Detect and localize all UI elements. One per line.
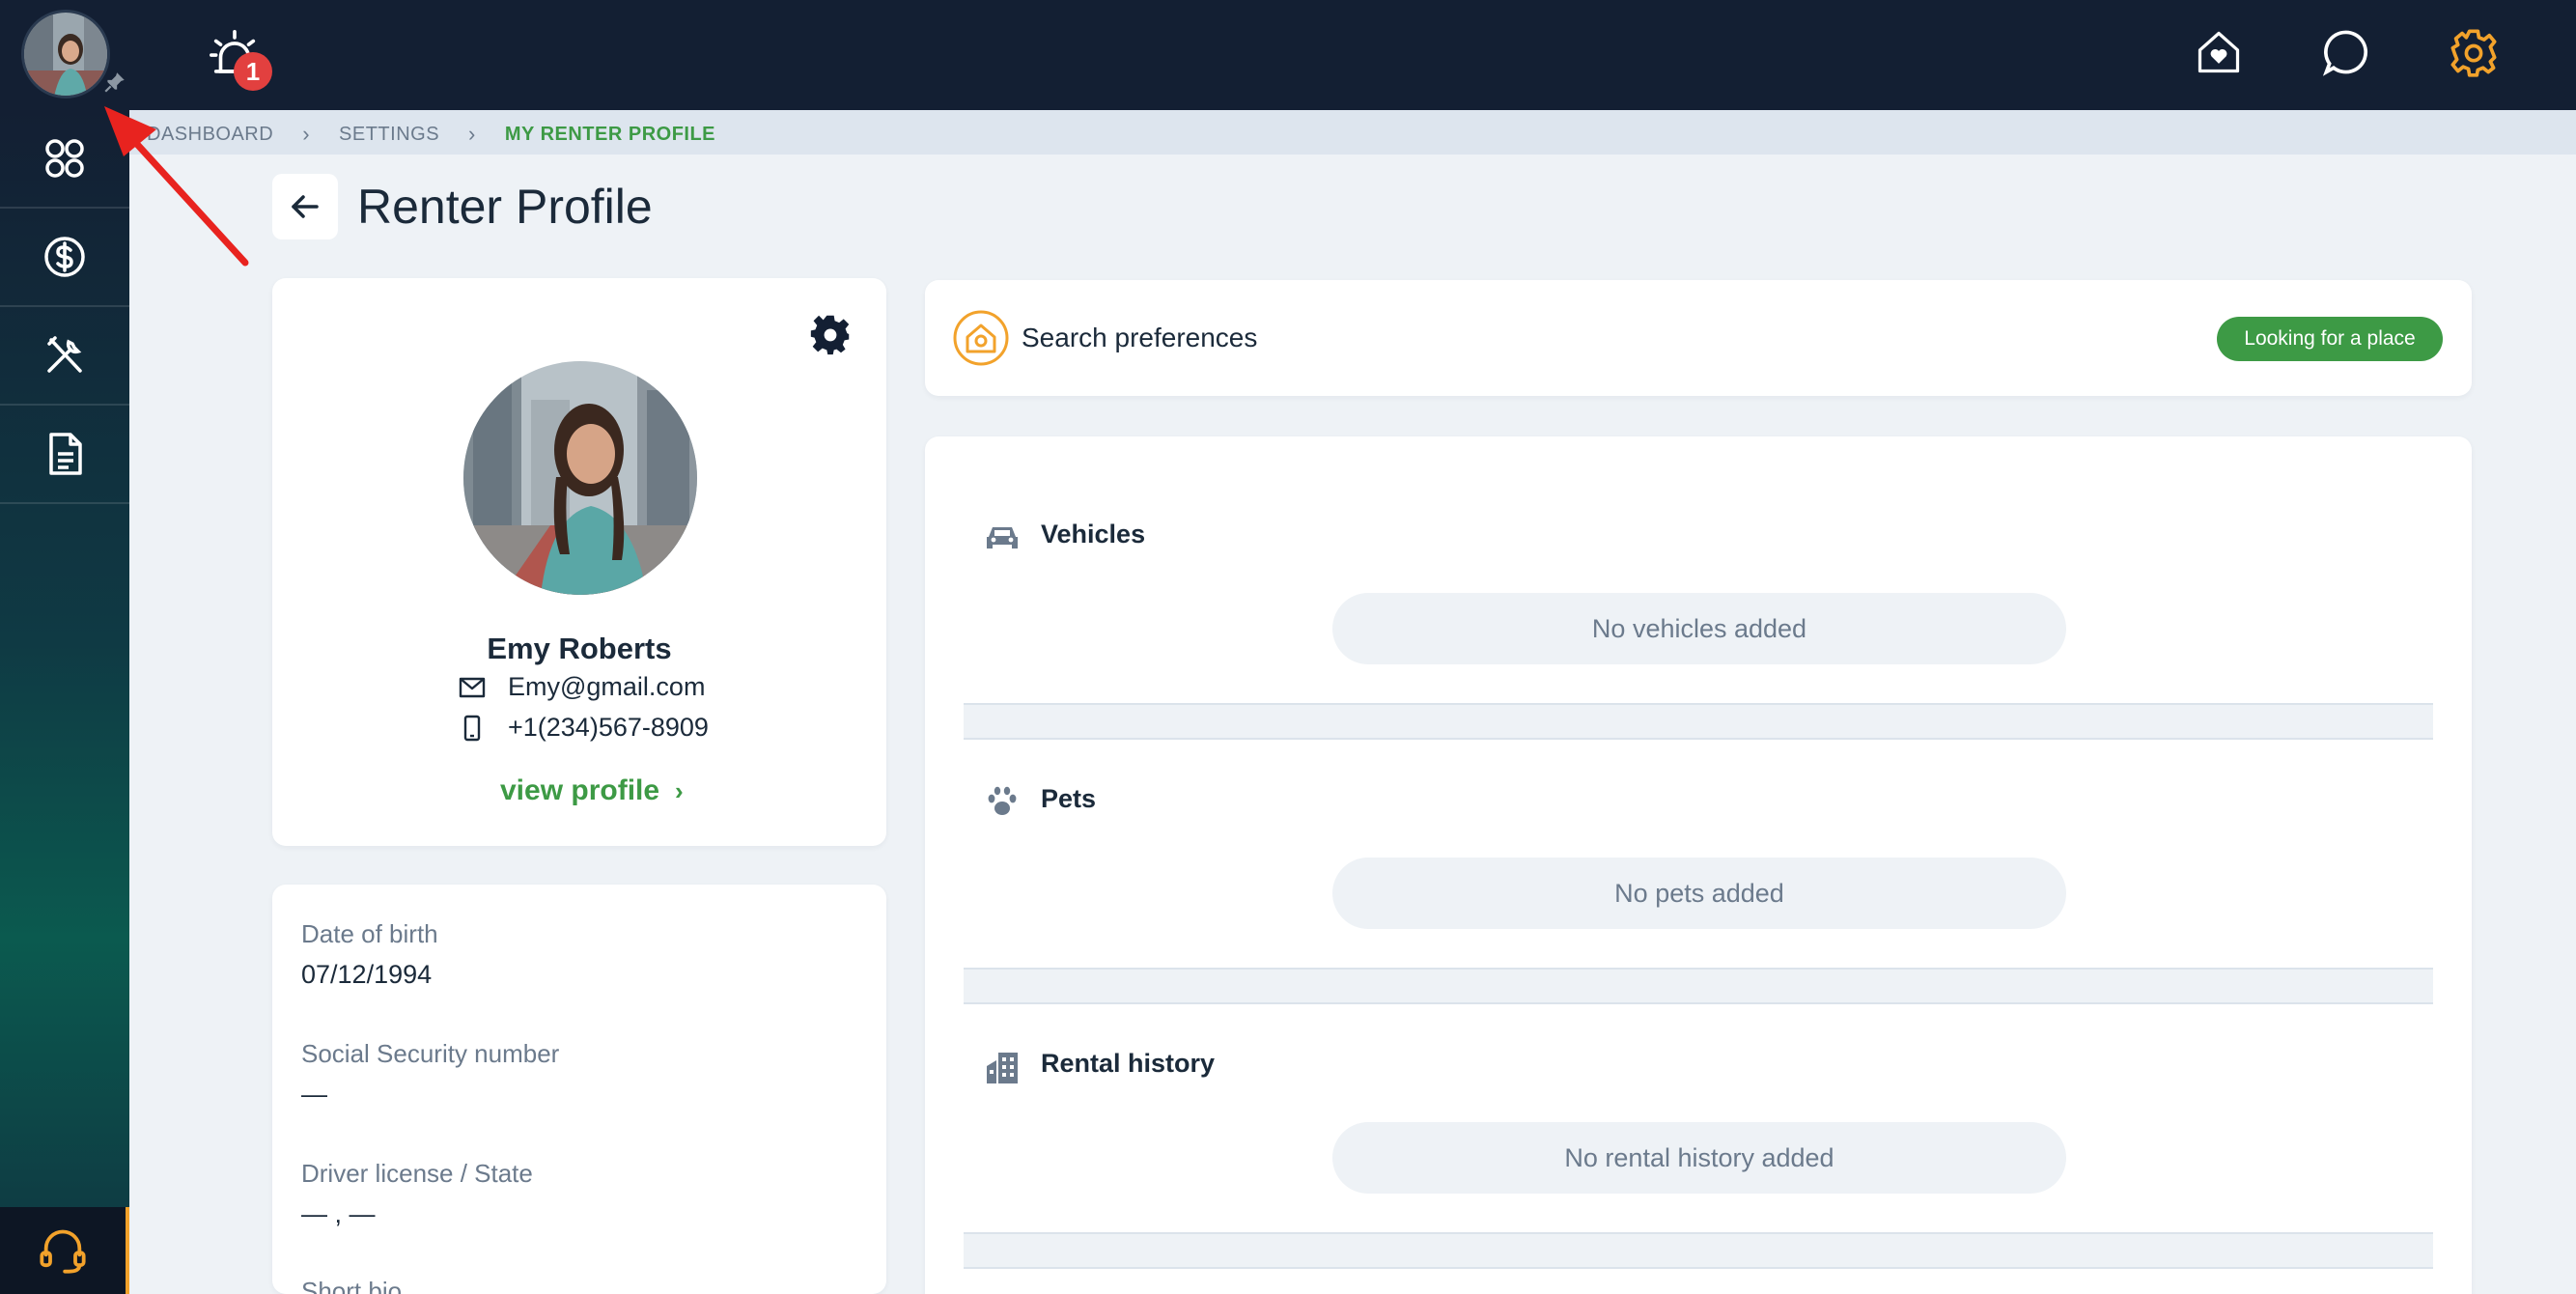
paw-icon bbox=[988, 786, 1017, 815]
email-row: Emy@gmail.com bbox=[458, 672, 705, 702]
gear-icon[interactable] bbox=[2449, 27, 2499, 77]
profile-name: Emy Roberts bbox=[487, 632, 672, 665]
arrow-left-icon bbox=[292, 195, 319, 218]
personal-details-card: Date of birth 07/12/1994 Social Security… bbox=[272, 885, 886, 1294]
support-button[interactable] bbox=[0, 1207, 129, 1294]
phone-row: +1(234)567-8909 bbox=[458, 713, 709, 743]
chevron-right-icon: › bbox=[468, 122, 476, 146]
car-icon bbox=[987, 527, 1018, 549]
pets-title: Pets bbox=[1041, 784, 1097, 813]
view-profile-label: view profile bbox=[500, 774, 660, 806]
home-settings-icon bbox=[953, 310, 1009, 366]
view-profile-link[interactable]: view profile › bbox=[500, 774, 684, 807]
license-value: — , — bbox=[301, 1199, 376, 1228]
mail-icon bbox=[459, 677, 486, 697]
user-avatar[interactable] bbox=[21, 10, 110, 98]
profile-card: Emy Roberts Emy@gmail.com +1(234)567-890… bbox=[272, 278, 886, 846]
license-label: Driver license / State bbox=[301, 1159, 533, 1188]
sidebar-item-documents[interactable] bbox=[0, 406, 129, 504]
search-preferences-label: Search preferences bbox=[1022, 323, 1258, 352]
rental-history-empty-state: No rental history added bbox=[1332, 1122, 2066, 1194]
annotation-arrow-icon bbox=[104, 106, 249, 267]
ssn-label: Social Security number bbox=[301, 1039, 560, 1068]
sidebar bbox=[0, 110, 129, 1294]
search-preferences-card[interactable]: Search preferences Looking for a place bbox=[925, 280, 2472, 396]
building-icon bbox=[987, 1053, 1018, 1083]
dob-value: 07/12/1994 bbox=[301, 960, 433, 989]
bio-label: Short bio bbox=[301, 1277, 403, 1294]
notification-count-badge: 1 bbox=[234, 52, 272, 91]
profile-photo bbox=[463, 361, 697, 595]
headset-icon bbox=[40, 1229, 86, 1274]
profile-phone[interactable]: +1(234)567-8909 bbox=[508, 713, 709, 743]
section-divider bbox=[964, 1232, 2433, 1269]
chevron-right-icon: › bbox=[675, 775, 684, 805]
vehicles-empty-state: No vehicles added bbox=[1332, 593, 2066, 664]
status-badge: Looking for a place bbox=[2217, 317, 2443, 361]
renter-info-card: Vehicles No vehicles added Pets No pets … bbox=[925, 436, 2472, 1294]
rental-history-title: Rental history bbox=[1041, 1049, 1216, 1078]
tools-icon bbox=[47, 336, 82, 373]
apps-grid-icon bbox=[45, 139, 84, 178]
section-divider bbox=[964, 968, 2433, 1004]
top-bar: 1 bbox=[0, 0, 2576, 110]
home-heart-icon[interactable] bbox=[2194, 27, 2244, 77]
back-button[interactable] bbox=[272, 174, 338, 239]
settings-gear-icon[interactable] bbox=[809, 313, 852, 355]
pets-empty-state: No pets added bbox=[1332, 858, 2066, 929]
dollar-circle-icon bbox=[44, 237, 85, 277]
phone-icon bbox=[463, 715, 481, 741]
vehicles-title: Vehicles bbox=[1041, 520, 1146, 549]
chevron-right-icon: › bbox=[302, 122, 311, 146]
dob-label: Date of birth bbox=[301, 919, 438, 948]
breadcrumb-settings[interactable]: SETTINGS bbox=[339, 124, 439, 146]
page-title: Renter Profile bbox=[357, 180, 653, 234]
section-divider bbox=[964, 703, 2433, 740]
ssn-value: — bbox=[301, 1080, 327, 1109]
sidebar-item-maintenance[interactable] bbox=[0, 307, 129, 406]
chat-icon[interactable] bbox=[2321, 27, 2371, 77]
profile-email[interactable]: Emy@gmail.com bbox=[508, 672, 705, 702]
pin-icon[interactable] bbox=[102, 70, 127, 95]
document-icon bbox=[49, 433, 82, 475]
breadcrumb-current: MY RENTER PROFILE bbox=[504, 123, 716, 145]
